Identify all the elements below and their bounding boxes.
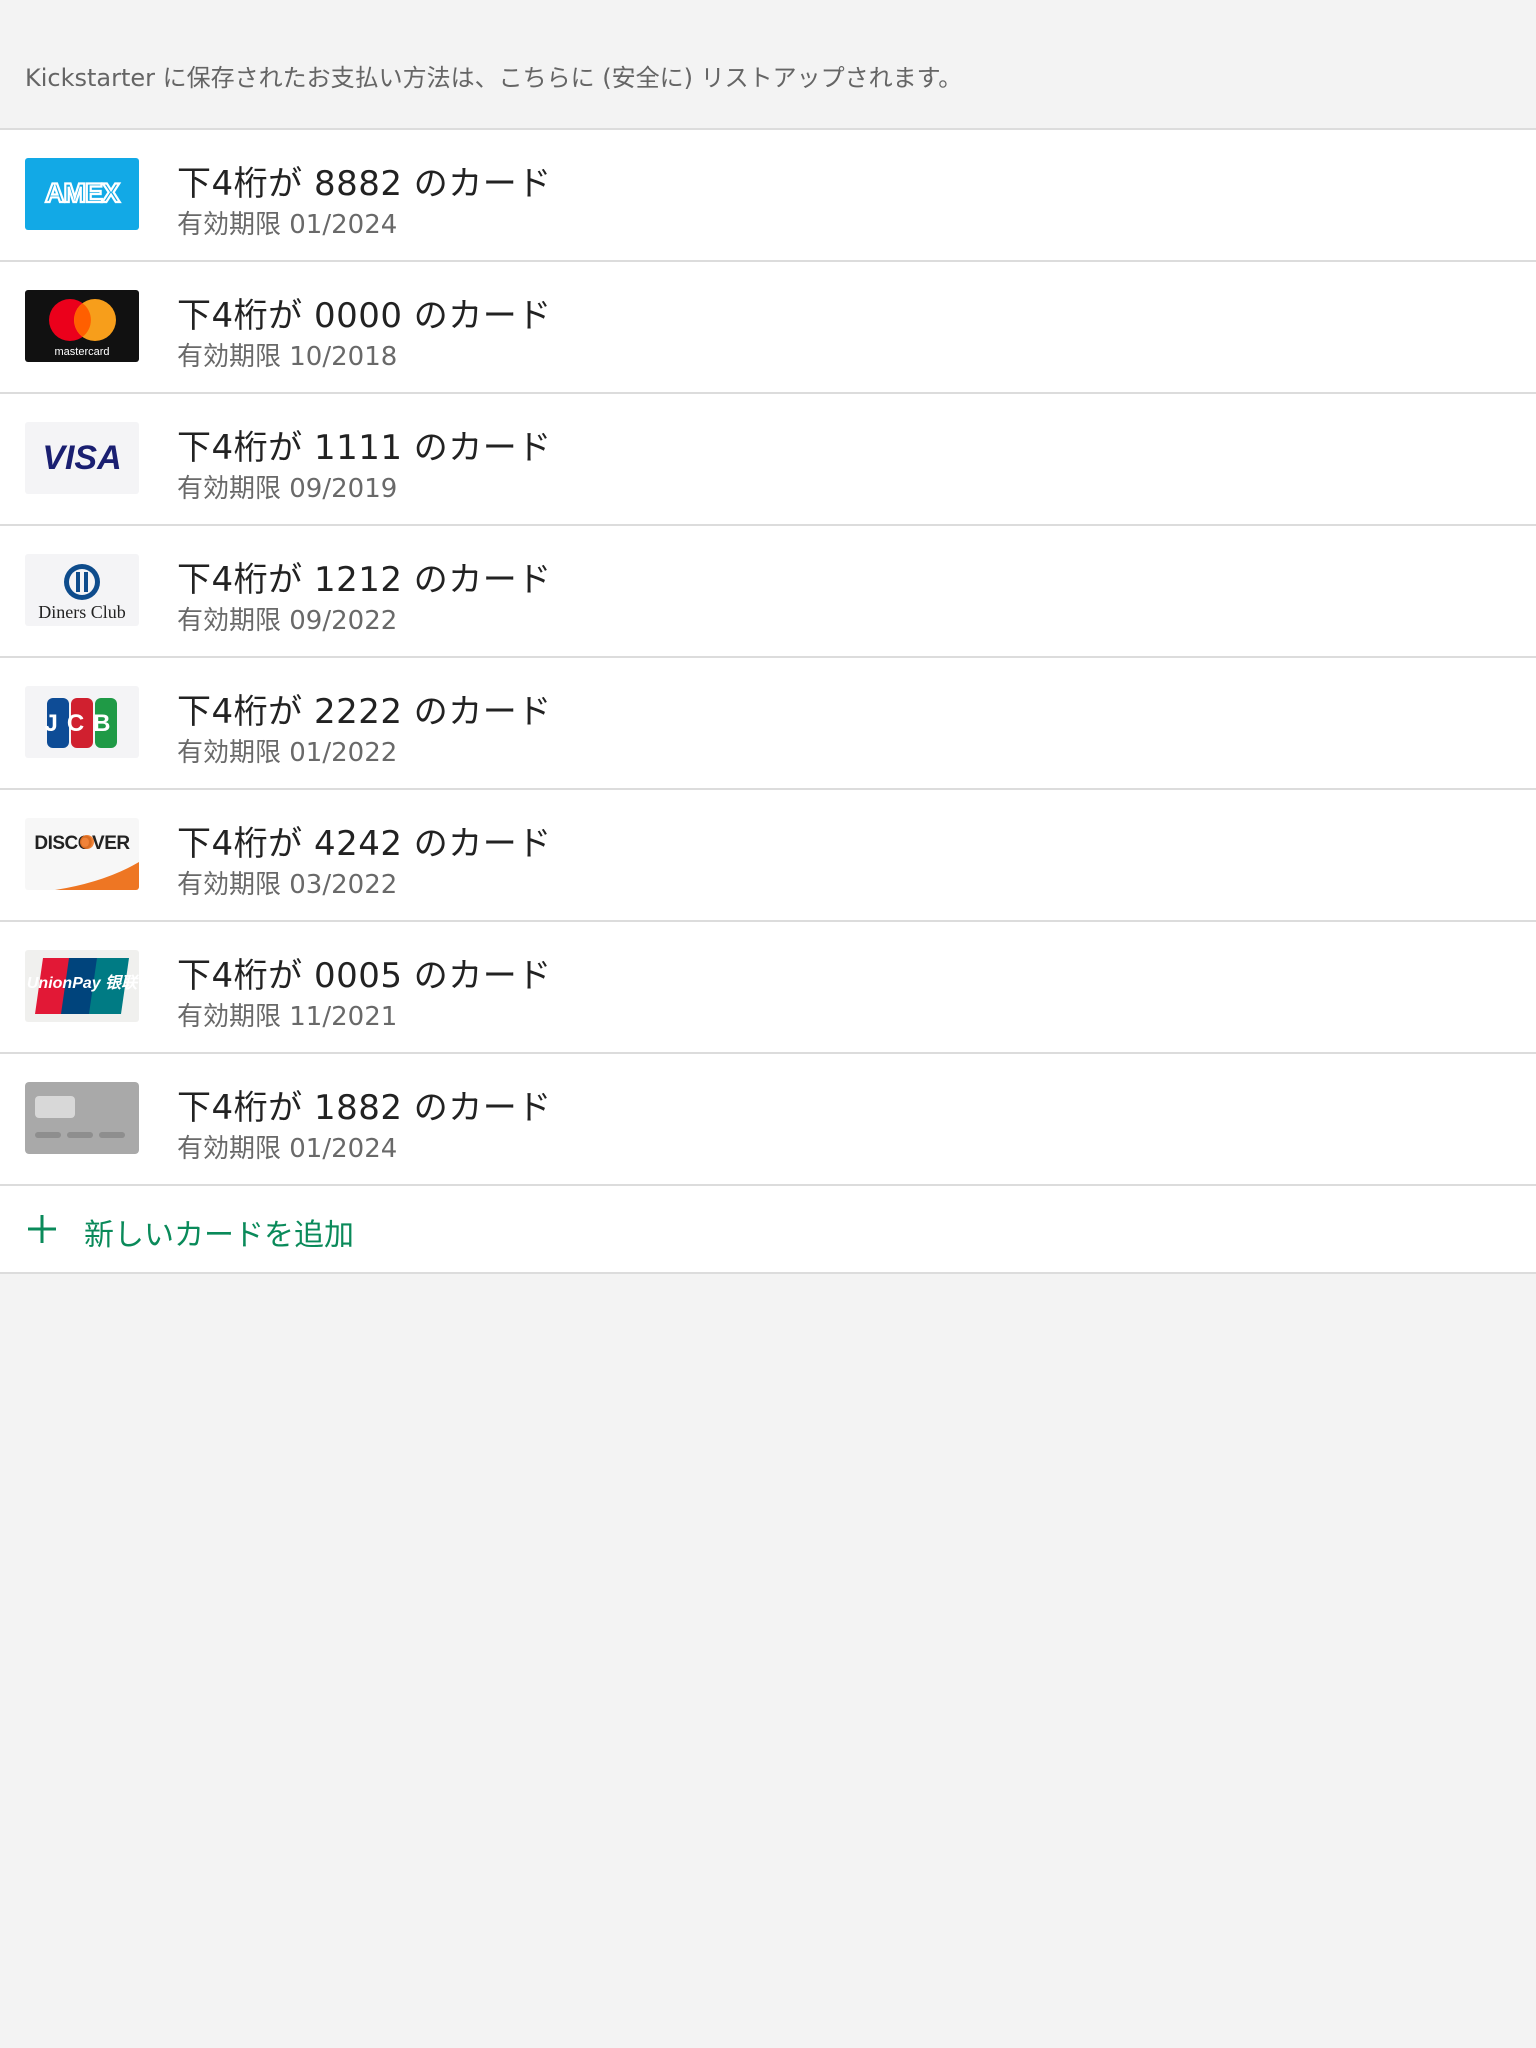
card-row-discover[interactable]: DISCOVER 下4桁が 4242 のカード 有効期限 03/2022 <box>0 790 1536 922</box>
visa-logo-text: VISA <box>42 439 121 477</box>
card-row-visa[interactable]: VISA 下4桁が 1111 のカード 有効期限 09/2019 <box>0 394 1536 526</box>
card-title: 下4桁が 4242 のカード <box>177 824 552 864</box>
discover-logo: DISCOVER <box>25 818 139 890</box>
diners-club-logo: Diners Club <box>25 554 139 626</box>
card-title: 下4桁が 8882 のカード <box>177 164 552 204</box>
amex-logo: AMEX <box>25 158 139 230</box>
card-title: 下4桁が 0000 のカード <box>177 296 552 336</box>
card-title: 下4桁が 2222 のカード <box>177 692 552 732</box>
card-row-mastercard[interactable]: mastercard 下4桁が 0000 のカード 有効期限 10/2018 <box>0 262 1536 394</box>
card-expiry: 有効期限 10/2018 <box>177 342 398 372</box>
card-row-generic[interactable]: 下4桁が 1882 のカード 有効期限 01/2024 <box>0 1054 1536 1186</box>
card-expiry: 有効期限 01/2022 <box>177 738 398 768</box>
add-card-button[interactable]: 新しいカードを追加 <box>0 1186 1536 1274</box>
card-expiry: 有効期限 01/2024 <box>177 1134 398 1164</box>
card-row-unionpay[interactable]: UnionPay 银联 下4桁が 0005 のカード 有効期限 11/2021 <box>0 922 1536 1054</box>
unionpay-logo: UnionPay 银联 <box>25 950 139 1022</box>
jcb-logo-text: JCB <box>44 710 119 737</box>
card-row-diners-club[interactable]: Diners Club 下4桁が 1212 のカード 有効期限 09/2022 <box>0 526 1536 658</box>
card-expiry: 有効期限 01/2024 <box>177 210 398 240</box>
header: Kickstarter に保存されたお支払い方法は、こちらに (安全に) リスト… <box>0 0 1536 128</box>
diners-club-logo-text: Diners Club <box>38 602 126 622</box>
jcb-logo: JCB <box>25 686 139 758</box>
payment-methods-list: AMEX 下4桁が 8882 のカード 有効期限 01/2024 masterc… <box>0 128 1536 1274</box>
card-title: 下4桁が 1111 のカード <box>177 428 552 468</box>
card-row-jcb[interactable]: JCB 下4桁が 2222 のカード 有効期限 01/2022 <box>0 658 1536 790</box>
card-title: 下4桁が 1212 のカード <box>177 560 552 600</box>
unionpay-logo-text: UnionPay 银联 <box>27 974 139 992</box>
add-card-label: 新しいカードを追加 <box>84 1218 354 1253</box>
generic-card-icon <box>25 1082 139 1154</box>
card-row-amex[interactable]: AMEX 下4桁が 8882 のカード 有効期限 01/2024 <box>0 130 1536 262</box>
card-title: 下4桁が 0005 のカード <box>177 956 552 996</box>
amex-logo-text: AMEX <box>45 178 120 208</box>
card-expiry: 有効期限 09/2022 <box>177 606 398 636</box>
plus-icon <box>28 1215 56 1243</box>
card-title: 下4桁が 1882 のカード <box>177 1088 552 1128</box>
mastercard-logo: mastercard <box>25 290 139 362</box>
header-description: Kickstarter に保存されたお支払い方法は、こちらに (安全に) リスト… <box>25 64 963 92</box>
visa-logo: VISA <box>25 422 139 494</box>
card-expiry: 有効期限 11/2021 <box>177 1002 398 1032</box>
card-expiry: 有効期限 09/2019 <box>177 474 398 504</box>
card-expiry: 有効期限 03/2022 <box>177 870 398 900</box>
mastercard-logo-text: mastercard <box>54 346 109 358</box>
